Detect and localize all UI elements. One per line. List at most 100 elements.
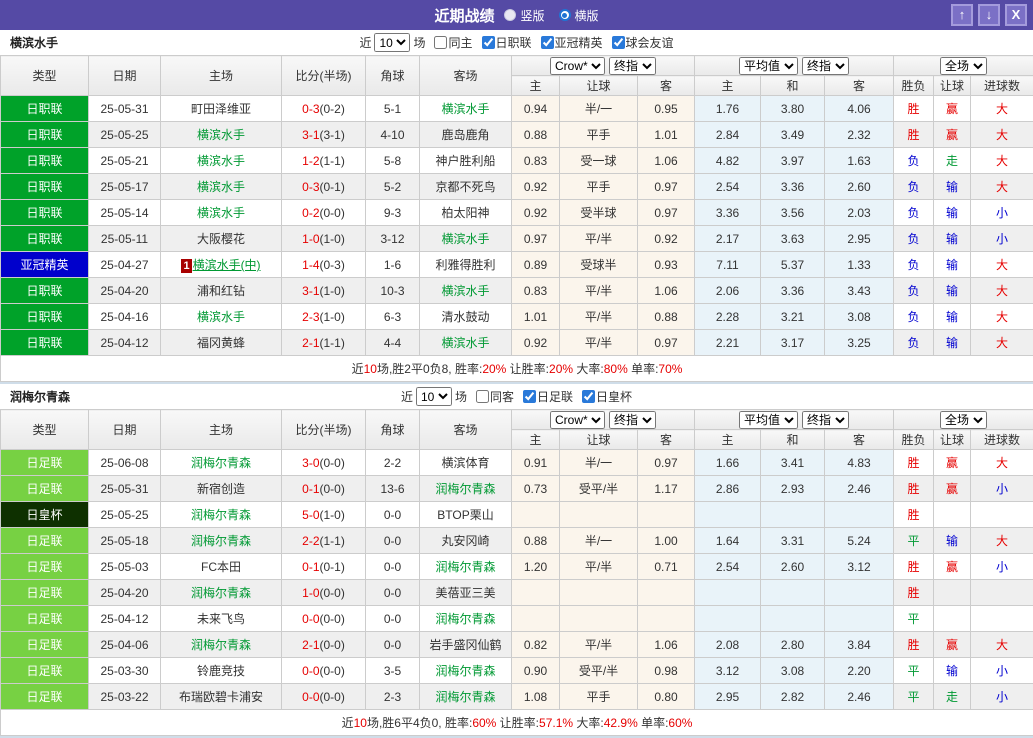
filter-checkbox[interactable] <box>476 390 489 403</box>
away-team[interactable]: 利雅得胜利 <box>435 258 495 272</box>
odds-home: 1.08 <box>512 684 560 710</box>
avg-home: 2.17 <box>695 226 761 252</box>
odds-away: 0.88 <box>638 304 695 330</box>
league-badge: 日足联 <box>1 606 89 632</box>
avg-draw: 5.37 <box>761 252 825 278</box>
radio-vertical-layout[interactable]: 竖版 <box>504 7 544 24</box>
home-team[interactable]: 润梅尔青森 <box>191 456 251 470</box>
away-team[interactable]: 润梅尔青森 <box>435 560 495 574</box>
home-team[interactable]: 大阪樱花 <box>197 232 245 246</box>
bookmaker-select[interactable]: Crow* <box>550 57 605 75</box>
score-cell: 2-2(1-1) <box>282 528 366 554</box>
sub-column-header: 客 <box>825 76 894 96</box>
score-cell: 3-1(3-1) <box>282 122 366 148</box>
filter-checkbox[interactable] <box>541 36 554 49</box>
summary-segment: 场,胜2平0负8, 胜率: <box>377 362 482 376</box>
fulltime-score: 2-1 <box>302 336 319 350</box>
away-team-cell: 丸安冈崎 <box>420 528 512 554</box>
away-team[interactable]: 神户胜利船 <box>435 154 495 168</box>
filter-checkbox-item[interactable]: 同客 <box>476 388 514 405</box>
score-cell: 0-1(0-0) <box>282 476 366 502</box>
odds-away: 1.17 <box>638 476 695 502</box>
away-team[interactable]: 横滨水手 <box>441 284 489 298</box>
result-goals: 大 <box>971 96 1033 122</box>
filter-checkbox-item[interactable]: 亚冠精英 <box>541 34 603 51</box>
bookmaker-select[interactable]: Crow* <box>550 411 605 429</box>
away-team[interactable]: 柏太阳神 <box>441 206 489 220</box>
result-handicap: 走 <box>934 148 971 174</box>
home-team[interactable]: 浦和红钻 <box>197 284 245 298</box>
filter-checkbox-item[interactable]: 日职联 <box>482 34 532 51</box>
home-team[interactable]: 新宿创造 <box>197 482 245 496</box>
home-team[interactable]: 铃鹿竞技 <box>197 664 245 678</box>
away-team[interactable]: 润梅尔青森 <box>435 482 495 496</box>
avg-home: 2.08 <box>695 632 761 658</box>
away-team[interactable]: 润梅尔青森 <box>435 690 495 704</box>
home-team[interactable]: 横滨水手 <box>197 154 245 168</box>
home-team[interactable]: 润梅尔青森 <box>191 534 251 548</box>
home-team[interactable]: 横滨水手 <box>197 128 245 142</box>
filter-checkbox-item[interactable]: 日皇杯 <box>582 388 632 405</box>
result-goals: 大 <box>971 304 1033 330</box>
radio-horizontal-layout[interactable]: 横版 <box>559 7 599 24</box>
home-team[interactable]: 润梅尔青森 <box>191 638 251 652</box>
away-team[interactable]: 横滨体育 <box>441 456 489 470</box>
section-header-row: 横滨水手近10场同主日职联亚冠精英球会友谊 <box>0 30 1033 55</box>
away-team[interactable]: BTOP栗山 <box>437 508 493 522</box>
match-count-select[interactable]: 10 <box>374 33 410 52</box>
filter-checkbox-item[interactable]: 日足联 <box>523 388 573 405</box>
away-team[interactable]: 横滨水手 <box>441 336 489 350</box>
home-team[interactable]: 横滨水手(中) <box>193 258 261 272</box>
radio-unselected-icon[interactable] <box>504 9 516 21</box>
away-team[interactable]: 岩手盛冈仙鹤 <box>429 638 501 652</box>
odds-stage-select[interactable]: 终指 <box>802 57 849 75</box>
avg-away: 2.46 <box>825 476 894 502</box>
away-team[interactable]: 丸安冈崎 <box>441 534 489 548</box>
home-team[interactable]: 町田泽维亚 <box>191 102 251 116</box>
filter-checkbox[interactable] <box>582 390 595 403</box>
fulltime-select[interactable]: 全场 <box>940 411 987 429</box>
away-team[interactable]: 鹿岛鹿角 <box>441 128 489 142</box>
away-team[interactable]: 美蓓亚三美 <box>435 586 495 600</box>
odds-group-header: 平均值终指 <box>695 410 894 430</box>
match-count-select[interactable]: 10 <box>416 387 452 406</box>
home-team[interactable]: 福冈黄蜂 <box>197 336 245 350</box>
home-team[interactable]: 布瑞欧碧卡浦安 <box>179 690 263 704</box>
filter-checkbox-item[interactable]: 球会友谊 <box>612 34 674 51</box>
odds-stage-select[interactable]: 终指 <box>802 411 849 429</box>
away-team[interactable]: 润梅尔青森 <box>435 612 495 626</box>
filter-controls: 近10场同主日职联亚冠精英球会友谊 <box>359 33 673 52</box>
filter-checkbox[interactable] <box>523 390 536 403</box>
result-outcome: 胜 <box>894 96 934 122</box>
home-team[interactable]: 润梅尔青森 <box>191 586 251 600</box>
odds-home <box>512 606 560 632</box>
move-down-button[interactable]: ↓ <box>978 4 1000 26</box>
away-team[interactable]: 清水鼓动 <box>441 310 489 324</box>
home-team[interactable]: 未来飞鸟 <box>197 612 245 626</box>
filter-checkbox[interactable] <box>482 36 495 49</box>
home-team[interactable]: 润梅尔青森 <box>191 508 251 522</box>
odds-stage-select[interactable]: 终指 <box>609 57 656 75</box>
away-team[interactable]: 润梅尔青森 <box>435 664 495 678</box>
home-team[interactable]: 横滨水手 <box>197 206 245 220</box>
result-outcome: 胜 <box>894 450 934 476</box>
filter-checkbox[interactable] <box>612 36 625 49</box>
average-select[interactable]: 平均值 <box>739 57 798 75</box>
home-team[interactable]: 横滨水手 <box>197 310 245 324</box>
odds-stage-select[interactable]: 终指 <box>609 411 656 429</box>
table-row: 日足联25-05-31新宿创造0-1(0-0)13-6润梅尔青森0.73受平/半… <box>1 476 1033 502</box>
away-team[interactable]: 横滨水手 <box>441 102 489 116</box>
column-header: 主场 <box>161 410 282 450</box>
radio-selected-icon[interactable] <box>559 9 571 21</box>
fulltime-select[interactable]: 全场 <box>940 57 987 75</box>
fulltime-score: 1-0 <box>302 232 319 246</box>
away-team[interactable]: 京都不死鸟 <box>435 180 495 194</box>
home-team[interactable]: 横滨水手 <box>197 180 245 194</box>
filter-checkbox-item[interactable]: 同主 <box>434 34 472 51</box>
away-team[interactable]: 横滨水手 <box>441 232 489 246</box>
filter-checkbox[interactable] <box>434 36 447 49</box>
move-up-button[interactable]: ↑ <box>951 4 973 26</box>
home-team[interactable]: FC本田 <box>201 560 241 574</box>
close-button[interactable]: X <box>1005 4 1027 26</box>
average-select[interactable]: 平均值 <box>739 411 798 429</box>
